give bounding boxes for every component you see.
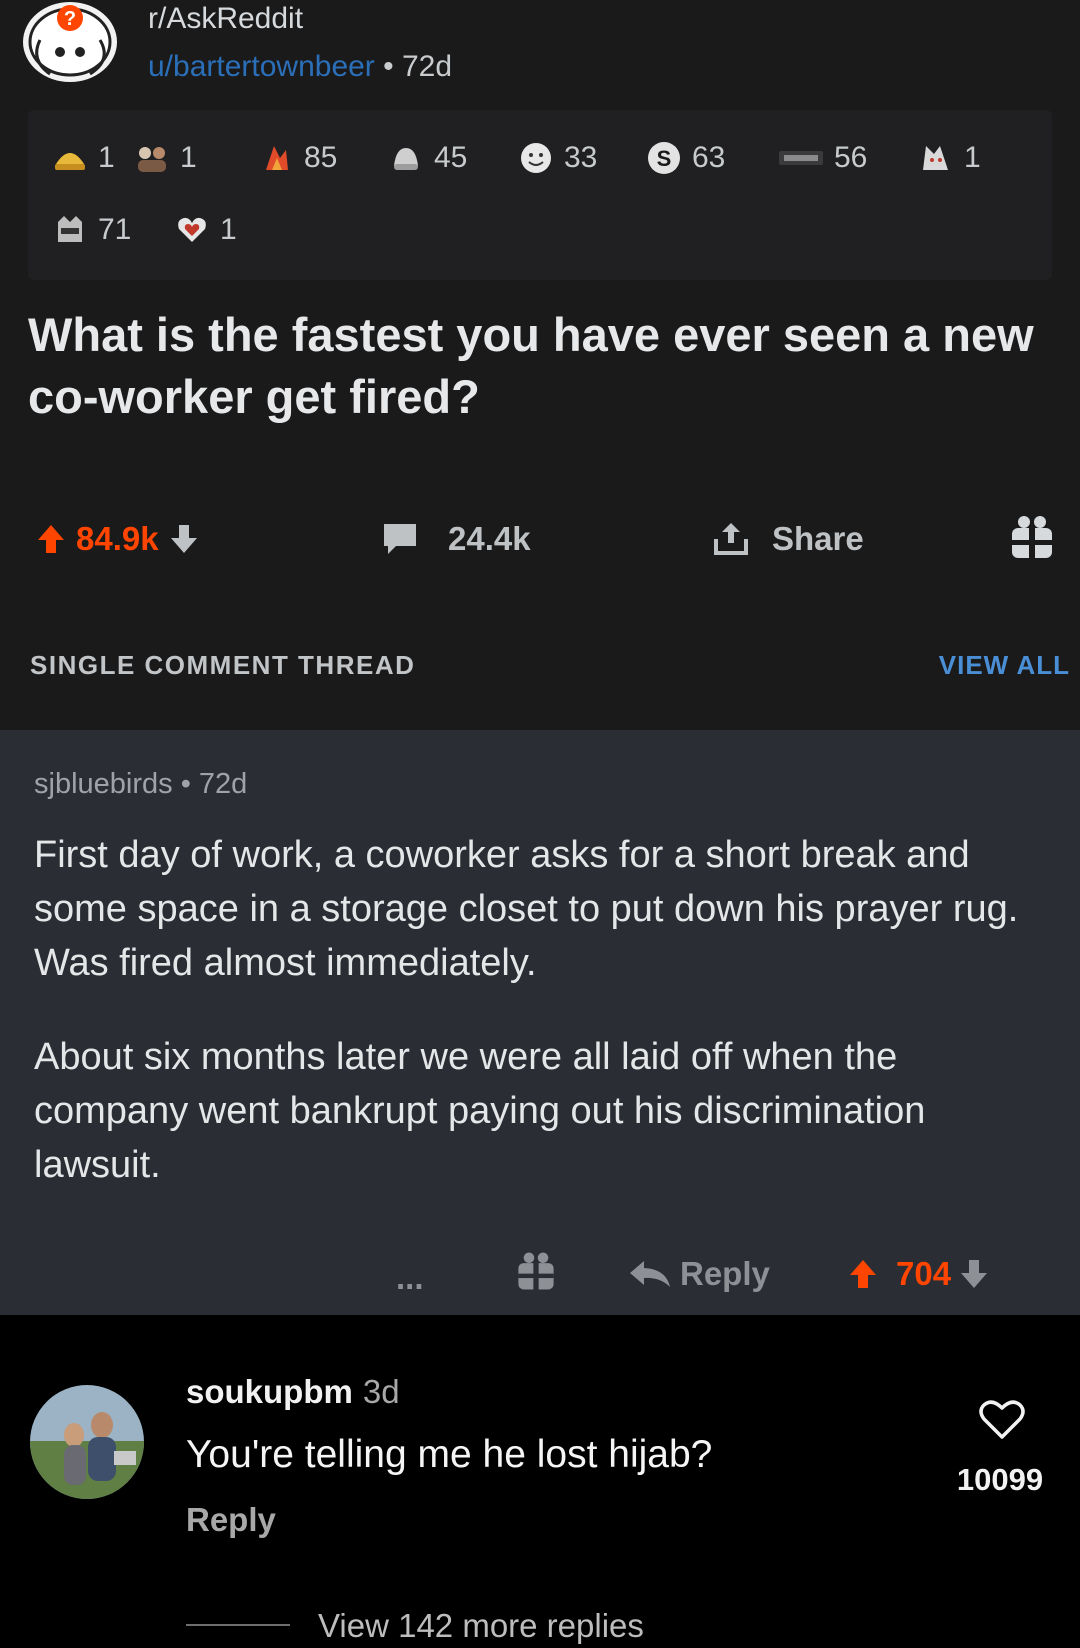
post-action-bar: 84.9k 24.4k Share (30, 512, 1060, 572)
view-more-replies-link[interactable]: View 142 more replies (318, 1607, 644, 1645)
share-label: Share (772, 520, 864, 557)
award[interactable]: 33 (518, 140, 597, 176)
fire-award-icon (258, 140, 294, 176)
award-count: 85 (304, 141, 338, 174)
comment-meta: sjbluebirds • 72d (34, 768, 247, 801)
heart-hands-icon (174, 212, 210, 248)
separator-dot: • (180, 768, 199, 800)
award[interactable]: 1 (174, 212, 237, 248)
comment-score: 704 (896, 1255, 952, 1292)
badge-award-icon (778, 140, 824, 176)
award[interactable]: 85 (258, 140, 337, 176)
ig-reply-button[interactable]: Reply (186, 1501, 276, 1539)
comment-author[interactable]: sjbluebirds (34, 768, 173, 800)
avatar[interactable] (30, 1385, 144, 1499)
comment-age: 72d (198, 768, 248, 800)
like-count: 10099 (956, 1462, 1044, 1497)
award-count: 1 (964, 141, 981, 174)
award-count: 56 (834, 141, 868, 174)
separator-dot: • (383, 50, 402, 83)
reply-arrow-icon (630, 1261, 670, 1287)
gift-icon (518, 1252, 554, 1292)
downvote-arrow-icon[interactable] (169, 523, 199, 555)
hands-award-icon (388, 140, 424, 176)
comment-header: soukupbm 3d (186, 1373, 400, 1411)
more-options-dots: ... (396, 1259, 424, 1296)
single-thread-label: SINGLE COMMENT THREAD (30, 650, 416, 680)
award[interactable]: 1 (918, 140, 981, 176)
comment-vote-control: 704 (848, 1255, 989, 1293)
ig-username[interactable]: soukupbm (186, 1373, 353, 1410)
gift-icon (1012, 516, 1052, 560)
vote-control: 84.9k (36, 520, 199, 558)
replies-divider (186, 1624, 290, 1626)
share-button[interactable]: Share (712, 520, 864, 558)
post-score: 84.9k (76, 520, 159, 557)
group-award-icon (134, 140, 170, 176)
comment-count: 24.4k (448, 520, 531, 557)
downvote-arrow-icon[interactable] (959, 1258, 989, 1290)
upvote-arrow-icon[interactable] (848, 1258, 878, 1290)
award-count: 71 (98, 213, 132, 246)
award-count: 1 (98, 141, 115, 174)
share-icon (714, 523, 748, 555)
comment-reply-button[interactable]: Reply (628, 1255, 770, 1293)
view-all-link[interactable]: VIEW ALL (939, 650, 1070, 681)
ig-comment-age: 3d (362, 1373, 400, 1410)
upvote-arrow-icon[interactable] (36, 523, 66, 555)
thread-bar: SINGLE COMMENT THREAD VIEW ALL (30, 650, 1070, 690)
gift-award-button[interactable] (1008, 512, 1056, 562)
post-title[interactable]: What is the fastest you have ever seen a… (28, 304, 1058, 428)
subreddit-snoo-icon[interactable]: ? (20, 0, 124, 84)
award-count: 1 (220, 213, 237, 246)
awards-panel[interactable]: 1 1 85 45 33 S 63 56 1 71 1 (28, 110, 1052, 280)
award-count: 63 (692, 141, 726, 174)
award-count: 33 (564, 141, 598, 174)
heart-icon[interactable] (978, 1397, 1026, 1441)
reddit-post: ? r/AskReddit u/bartertownbeer • 72d 1 1 (0, 0, 1080, 730)
award-count: 1 (180, 141, 197, 174)
award[interactable]: 45 (388, 140, 467, 176)
svg-text:?: ? (64, 8, 76, 30)
comment-paragraph: About six months later we were all laid … (34, 1036, 926, 1186)
cat-award-icon (918, 140, 954, 176)
award[interactable]: 1 (52, 140, 115, 176)
award[interactable]: 56 (778, 140, 867, 176)
reddit-comment: sjbluebirds • 72d First day of work, a c… (0, 730, 1080, 1315)
comment-body: First day of work, a coworker asks for a… (34, 828, 1034, 1192)
comments-button[interactable]: 24.4k (382, 520, 531, 558)
comment-gift-button[interactable] (514, 1249, 558, 1293)
subreddit-name[interactable]: r/AskReddit (148, 2, 303, 36)
instagram-comment: soukupbm 3d You're telling me he lost hij… (0, 1315, 1080, 1648)
post-header: ? r/AskReddit u/bartertownbeer • 72d (20, 0, 1060, 95)
comment-paragraph: First day of work, a coworker asks for a… (34, 834, 1019, 984)
s-coin-icon: S (646, 140, 682, 176)
post-age: 72d (402, 50, 453, 83)
comment-action-bar: ... Reply 704 (0, 1252, 1080, 1315)
svg-text:S: S (657, 146, 672, 171)
award-count: 45 (434, 141, 468, 174)
face-award-icon (518, 140, 554, 176)
award[interactable]: 71 (52, 212, 131, 248)
award[interactable]: S 63 (646, 140, 725, 176)
raccoon-award-icon (52, 212, 88, 248)
post-author-line: u/bartertownbeer • 72d (148, 50, 452, 84)
comment-bubble-icon (384, 524, 416, 554)
gold-helmet-icon (52, 140, 88, 176)
award[interactable]: 1 (134, 140, 197, 176)
post-author[interactable]: u/bartertownbeer (148, 50, 375, 83)
more-options-button[interactable]: ... (396, 1259, 424, 1297)
reply-label: Reply (680, 1255, 770, 1292)
ig-comment-text: You're telling me he lost hijab? (186, 1433, 713, 1476)
